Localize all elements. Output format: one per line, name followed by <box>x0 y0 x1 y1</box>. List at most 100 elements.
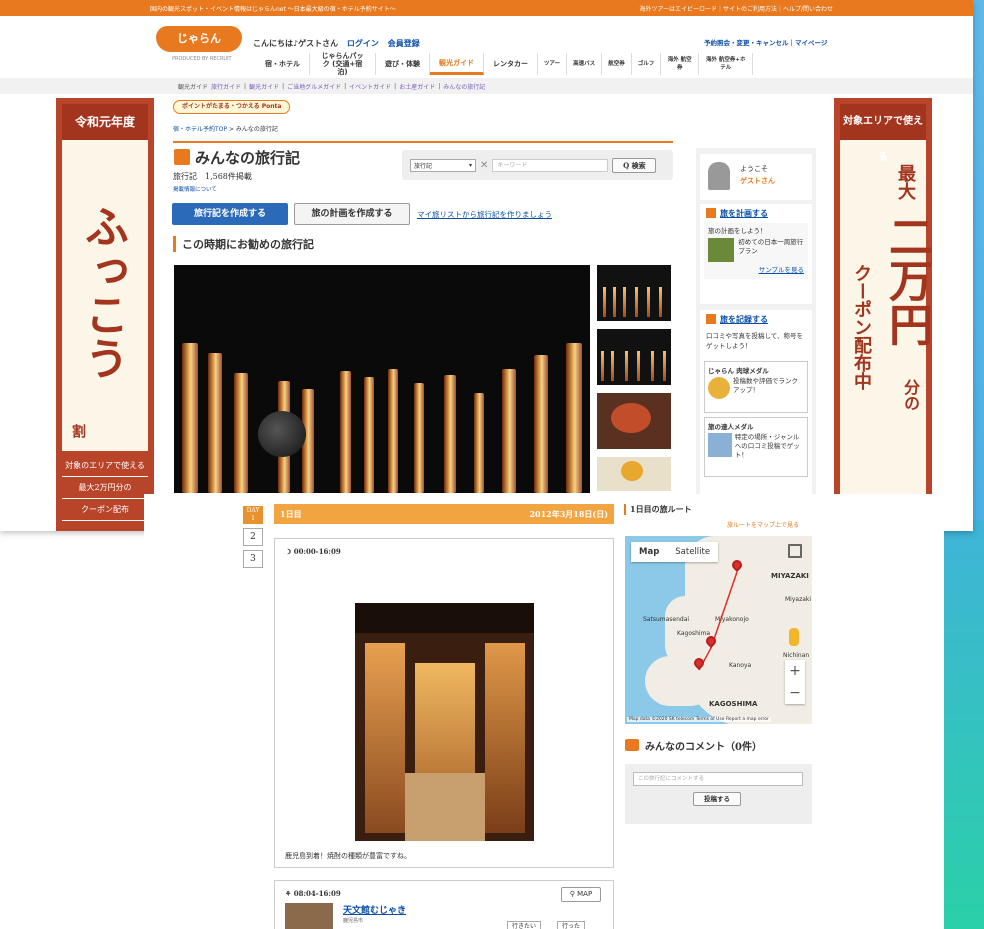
entry-time-text: 08:04-16:09 <box>293 889 341 898</box>
thumbnail[interactable] <box>597 265 671 321</box>
want-button[interactable]: 行きたい <box>507 921 542 929</box>
route-map[interactable]: Map Satellite MIYAZAKI Miyazaki Satsumas… <box>625 536 812 724</box>
subnav-item[interactable]: お土産ガイド <box>399 82 435 91</box>
search-input[interactable]: キーワード <box>492 158 609 172</box>
ad-banner-right[interactable]: 対象エリアで使える 最大 二万円 分の クーポン配布中 <box>834 98 932 531</box>
ad-banner-left[interactable]: 令和元年度 ふっこう 割 対象のエリアで使える 最大2万円分の クーポン配布 <box>56 98 154 531</box>
banner-left-header: 令和元年度 <box>62 104 148 140</box>
map-button[interactable]: ⚲ MAP <box>561 887 601 902</box>
nav-bus[interactable]: 高速バス <box>567 53 603 75</box>
medal-icon <box>708 377 730 399</box>
login-link[interactable]: ログイン <box>347 38 379 48</box>
nav-package[interactable]: じゃらんパック (交通+宿泊) <box>310 52 376 76</box>
zoom-out-icon[interactable]: − <box>785 682 805 704</box>
plan-sample-title[interactable]: 初めての日本一周旅行プラン <box>738 238 804 262</box>
travel-log-index-screenshot: 国内の観光スポット・イベント情報はじゃらんnet 〜日本最大級の宿・ホテル予約サ… <box>0 0 973 531</box>
medal-card[interactable]: 旅の達人メダル 特定の場所・ジャンルへの口コミ投稿でゲット！ <box>704 417 808 477</box>
hero-photo[interactable] <box>174 265 590 493</box>
utility-links[interactable]: 海外ツアーはエイビーロード｜サイトのご利用方法｜ヘルプ/問い合わせ <box>639 4 833 13</box>
lantern-shape <box>637 351 640 381</box>
nav-golf[interactable]: ゴルフ <box>632 53 662 75</box>
map-attribution[interactable]: Map data ©2020 SK telecom Terms of Use R… <box>627 717 771 722</box>
day-header: 1日目 2012年3月18日(日) <box>274 504 614 524</box>
record-heading[interactable]: 旅を記録する <box>700 310 812 329</box>
zoom-control[interactable]: + − <box>785 660 805 704</box>
breadcrumb-current: > みんなの旅行記 <box>228 126 278 133</box>
subnav-item[interactable]: ご当地グルメガイド <box>287 82 341 91</box>
mylist-link[interactable]: マイ旅リストから旅行記を作りましょう <box>417 209 552 220</box>
nav-tour[interactable]: ツアー <box>538 53 568 75</box>
nav-rentacar[interactable]: レンタカー <box>484 53 538 75</box>
breadcrumb-link[interactable]: 宿・ホテル予約TOP <box>173 126 227 133</box>
subnav-item[interactable]: 旅行ガイド <box>211 82 241 91</box>
nav-guide[interactable]: 観光ガイド <box>430 53 484 75</box>
thumbnail[interactable] <box>597 329 671 385</box>
day-tab-3[interactable]: 3 <box>243 550 263 568</box>
main-nav: 宿・ホテル じゃらんパック (交通+宿泊) 遊び・体験 観光ガイド レンタカー … <box>256 50 754 78</box>
lantern-shape <box>502 369 516 493</box>
subnav-item[interactable]: イベントガイド <box>349 82 391 91</box>
lantern-shape <box>663 351 666 381</box>
title-divider <box>173 141 673 143</box>
subnav-item[interactable]: みんなの旅行記 <box>443 82 485 91</box>
medal-card[interactable]: じゃらん 肉球メダル 投稿数や評価でランクアップ！ <box>704 361 808 413</box>
nav-activities[interactable]: 遊び・体験 <box>376 53 430 75</box>
nav-hotel[interactable]: 宿・ホテル <box>256 53 310 75</box>
day-tab-1[interactable]: DAY 1 <box>243 506 263 524</box>
banner-left-foot-line: クーポン配布 <box>62 499 148 521</box>
plan-heading[interactable]: 旅を計画する <box>700 204 812 223</box>
map-button-label: MAP <box>577 890 593 898</box>
lantern-shape <box>534 355 548 493</box>
post-comment-button[interactable]: 投稿する <box>693 792 741 806</box>
zoom-in-icon[interactable]: + <box>785 660 805 682</box>
subnav-item[interactable]: 観光ガイド <box>249 82 279 91</box>
nav-air[interactable]: 航空券 <box>602 53 632 75</box>
create-plan-button[interactable]: 旅の計画を作成する <box>294 203 410 225</box>
nav-overseas-air[interactable]: 海外 航空券 <box>661 53 700 75</box>
ponta-badge[interactable]: ポイントがたまる・つかえる Ponta <box>173 100 291 114</box>
logo-subtitle: PRODUCED BY RECRUIT <box>172 56 232 62</box>
entry-photo[interactable] <box>355 603 534 841</box>
thumbnail[interactable] <box>597 393 671 449</box>
route-path <box>698 571 738 671</box>
sample-thumbnail[interactable] <box>708 238 735 262</box>
comment-input[interactable]: この旅行記にコメントする <box>633 772 803 786</box>
day-label: 1日目 <box>280 508 302 519</box>
banner-left-footer: 対象のエリアで使える 最大2万円分の クーポン配布 <box>62 451 148 525</box>
went-button[interactable]: 行った <box>557 921 586 929</box>
account-links[interactable]: 予約照会・変更・キャンセル｜マイページ <box>704 37 827 47</box>
lantern-shape <box>635 287 638 317</box>
thumbnail[interactable] <box>597 457 671 491</box>
clear-icon[interactable]: ✕ <box>480 160 488 171</box>
medal2-title: 旅の達人メダル <box>708 423 754 431</box>
comments-heading: みんなのコメント（0件） <box>625 738 762 753</box>
jalan-logo[interactable]: じゃらん <box>156 26 242 52</box>
greeting: こんにちは♪ゲストさん ログイン 会員登録 <box>253 38 420 49</box>
route-map-link[interactable]: 旅ルートをマップ上で見る <box>727 520 799 529</box>
sample-link[interactable]: サンプルを見る <box>708 266 804 275</box>
lantern-shape <box>625 351 628 381</box>
timeline-entry: ☽ 00:00-16:09 鹿児島到着！焼酎の種類が豊富ですね。 <box>274 538 614 868</box>
spot-thumbnail[interactable] <box>285 903 333 929</box>
lantern-shape <box>613 287 616 317</box>
create-record-button[interactable]: 旅行記を作成する <box>172 203 288 225</box>
background-gradient-bottom <box>944 520 984 929</box>
spot-name[interactable]: 天文館むじゃき <box>343 903 406 916</box>
shop-shelf <box>485 643 525 833</box>
nav-overseas-hotel[interactable]: 海外 航空券+ホテル <box>699 53 754 75</box>
avatar <box>708 162 730 190</box>
about-link[interactable]: 掲載情報について <box>173 185 217 193</box>
day-tab-2[interactable]: 2 <box>243 528 263 546</box>
day-date: 2012年3月18日(日) <box>529 508 608 519</box>
register-link[interactable]: 会員登録 <box>388 38 420 48</box>
travel-log-icon <box>174 149 190 165</box>
plan-text: 旅の計画をしよう！ <box>708 227 767 235</box>
search-button[interactable]: Q 検索 <box>612 157 657 173</box>
street-view-icon[interactable] <box>789 628 799 646</box>
top-utility-bar: 国内の観光スポット・イベント情報はじゃらんnet 〜日本最大級の宿・ホテル予約サ… <box>0 0 973 16</box>
search-type-select[interactable]: 旅行記 ▾ <box>410 158 476 172</box>
shop-floor <box>405 773 485 841</box>
plan-sample-row: 初めての日本一周旅行プラン <box>708 238 804 262</box>
moon-icon: ☽ <box>285 547 294 556</box>
banner-right-amount: 二万円 <box>881 214 932 346</box>
